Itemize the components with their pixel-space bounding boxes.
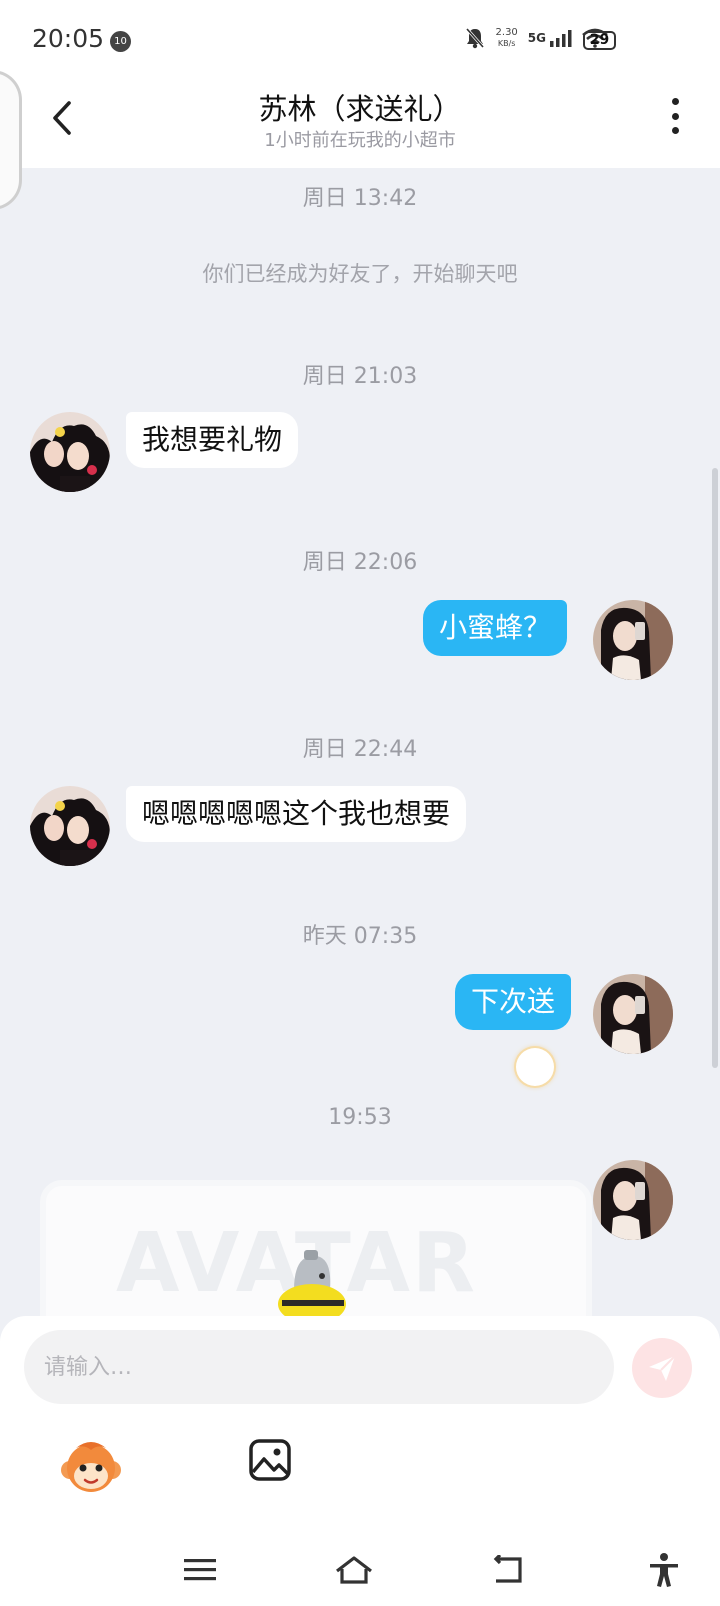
sending-indicator (516, 1048, 554, 1086)
send-icon (649, 1355, 676, 1381)
contact-avatar-photo (30, 412, 110, 492)
composer-panel (0, 1316, 720, 1540)
message-timestamp: 周日 21:03 (302, 364, 418, 389)
mute-bell-icon (465, 28, 484, 49)
system-message: 你们已经成为好友了，开始聊天吧 (202, 262, 518, 286)
nav-accessibility-button[interactable] (642, 1548, 686, 1592)
my-avatar[interactable] (593, 1160, 673, 1240)
outgoing-message[interactable]: 下次送 (455, 974, 572, 1030)
message-timestamp: 昨天 07:35 (302, 924, 418, 949)
signal-bars-icon (550, 30, 572, 47)
status-bar: 20:05 10 2.30 KB/s 5G 29 (0, 0, 720, 82)
message-input[interactable] (24, 1330, 614, 1404)
bee-gift-icon (278, 1250, 346, 1318)
emoji-button[interactable] (58, 1434, 124, 1500)
my-avatar-photo (593, 600, 673, 680)
nav-back-button[interactable] (486, 1548, 530, 1592)
signal-type: 5G (527, 31, 546, 45)
back-icon (493, 1555, 522, 1583)
my-avatar[interactable] (593, 974, 673, 1054)
network-speed-unit: KB/s (497, 39, 516, 48)
my-avatar-photo (593, 974, 673, 1054)
accessibility-icon (650, 1553, 678, 1587)
battery-indicator: 29 (583, 31, 616, 50)
chat-header: 苏林（求送礼） 1小时前在玩我的小超市 (0, 82, 720, 168)
message-list[interactable]: 周日 13:42 你们已经成为好友了，开始聊天吧 周日 21:03 我想要礼物 … (0, 168, 720, 1318)
my-avatar-photo (593, 1160, 673, 1240)
outgoing-message[interactable]: 小蜜蜂？ (423, 600, 568, 656)
contact-avatar[interactable] (30, 786, 110, 866)
menu-icon (184, 1559, 216, 1581)
system-navigation-bar (0, 1540, 720, 1606)
incoming-message[interactable]: 我想要礼物 (126, 412, 299, 468)
image-picker-button[interactable] (246, 1436, 294, 1484)
nav-menu-button[interactable] (178, 1548, 222, 1592)
more-vertical-icon (671, 98, 679, 105)
home-icon (336, 1556, 372, 1584)
incoming-message[interactable]: 嗯嗯嗯嗯嗯这个我也想要 (126, 786, 467, 842)
network-speed-value: 2.30 (495, 27, 518, 38)
network-speed: 2.30 KB/s (496, 27, 518, 49)
notification-badge: 10 (110, 31, 131, 52)
send-button[interactable] (632, 1338, 692, 1398)
contact-activity-status: 1小时前在玩我的小超市 (264, 130, 456, 151)
message-timestamp: 周日 22:44 (302, 737, 418, 762)
contact-avatar[interactable] (30, 412, 110, 492)
message-timestamp: 周日 22:06 (302, 550, 418, 575)
nav-home-button[interactable] (332, 1548, 376, 1592)
image-icon (249, 1439, 291, 1481)
contact-avatar-photo (30, 786, 110, 866)
contact-name: 苏林（求送礼） (258, 92, 462, 126)
status-time: 20:05 (32, 24, 105, 53)
more-options-button[interactable] (660, 96, 690, 136)
gift-message-card[interactable]: AVATAR (40, 1180, 592, 1318)
my-avatar[interactable] (593, 600, 673, 680)
message-timestamp: 周日 13:42 (302, 186, 418, 211)
message-timestamp: 19:53 (328, 1105, 392, 1130)
emoji-monkey-icon (61, 1442, 121, 1492)
